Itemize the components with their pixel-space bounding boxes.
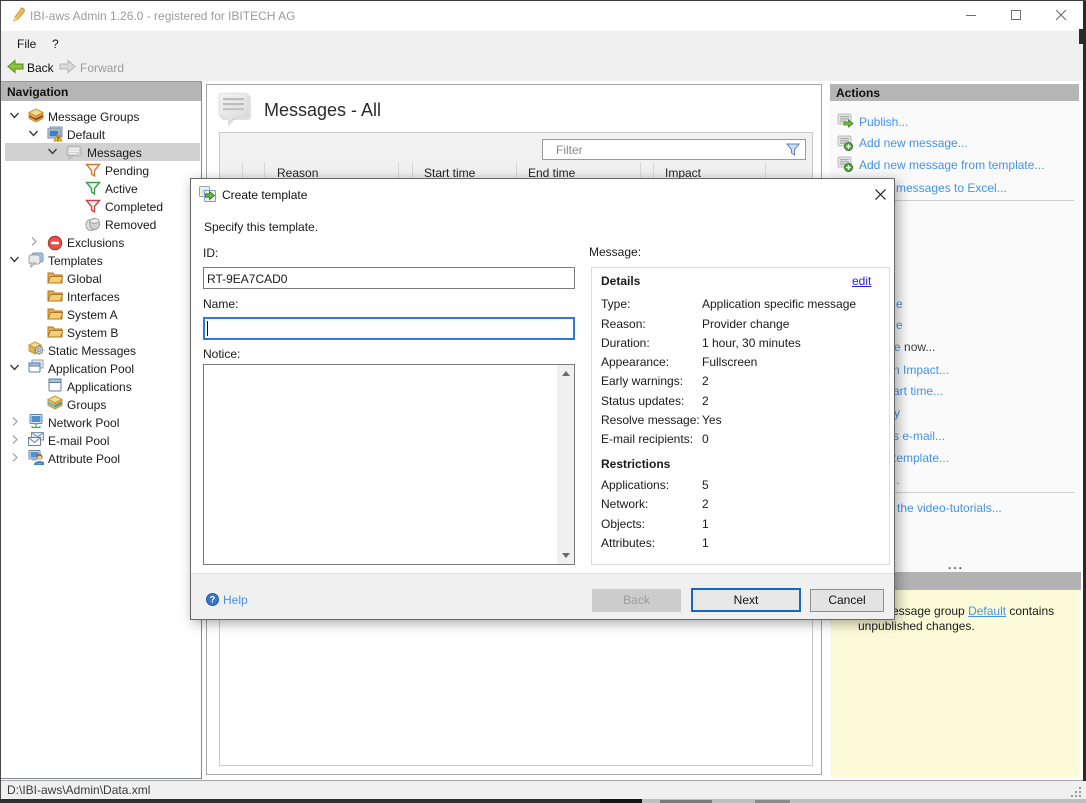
svg-text:?: ?	[210, 595, 216, 605]
